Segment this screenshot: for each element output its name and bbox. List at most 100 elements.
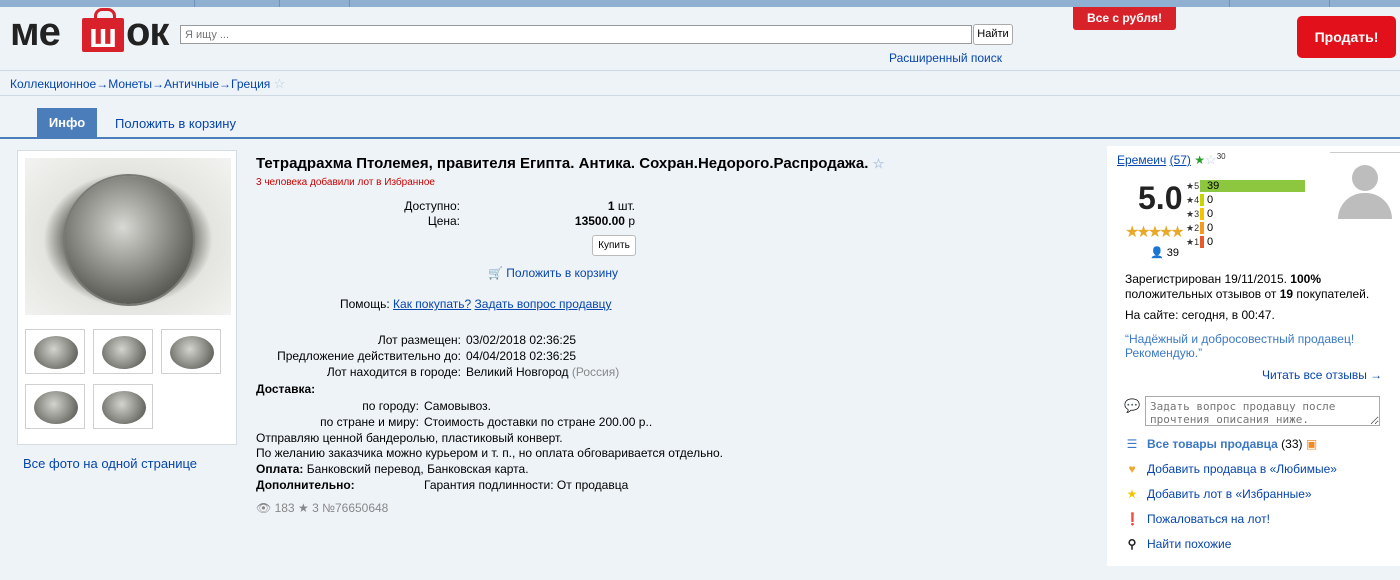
ask-seller-link[interactable]: Задать вопрос продавцу xyxy=(475,297,612,311)
breadcrumb-item[interactable]: Коллекционное xyxy=(10,77,96,91)
site-logo[interactable]: ме ш ок xyxy=(10,8,175,54)
star-outline-icon[interactable]: ☆ xyxy=(873,156,885,171)
top-nav-tab[interactable] xyxy=(0,0,195,7)
person-icon: 👤 xyxy=(1150,247,1164,259)
photo-thumbnail[interactable] xyxy=(93,329,153,374)
rating-bar-label: ★1 xyxy=(1186,237,1200,247)
breadcrumb: Коллекционное→Монеты→Античные→Греция ☆ xyxy=(10,76,285,92)
valid-until-value: 04/04/2018 02:36:25 xyxy=(466,349,577,363)
advanced-search-link[interactable]: Расширенный поиск xyxy=(889,51,1002,65)
tabs-underline xyxy=(0,137,1400,139)
price-label: Цена: xyxy=(427,214,460,228)
valid-until-label: Предложение действительно до: xyxy=(277,349,461,363)
photo-thumbnail[interactable] xyxy=(161,329,221,374)
add-to-cart-link[interactable]: 🛒 Положить в корзину xyxy=(488,266,618,280)
main-photo[interactable] xyxy=(25,158,231,315)
search-input[interactable] xyxy=(180,25,972,44)
rating-bar-label: ★5 xyxy=(1186,181,1200,191)
rating-bar xyxy=(1200,194,1204,206)
avatar[interactable] xyxy=(1330,152,1400,222)
seller-reviews-link[interactable]: (57) xyxy=(1170,153,1191,167)
logo-text-right: ок xyxy=(126,10,169,54)
delivery-label: Доставка: xyxy=(256,382,316,396)
list-icon: ☰ xyxy=(1126,437,1138,451)
star-icon: ★ xyxy=(297,501,309,515)
city-value: Великий Новгород (Россия) xyxy=(466,365,620,379)
city-label: Лот находится в городе: xyxy=(326,365,461,379)
rating-bar-count: 0 xyxy=(1207,208,1214,220)
add-lot-to-favorites[interactable]: ★ Добавить лот в «Избранные» xyxy=(1125,487,1312,501)
help-row: Помощь: Как покупать? Задать вопрос прод… xyxy=(340,297,612,311)
find-similar[interactable]: ⚲ Найти похожие xyxy=(1125,537,1232,551)
rss-icon[interactable]: ▣ xyxy=(1306,437,1317,451)
top-nav-tab[interactable] xyxy=(280,0,350,7)
sell-button[interactable]: Продать! xyxy=(1297,16,1396,58)
delivery-country-label: по стране и миру: xyxy=(320,415,419,429)
star-outline-icon[interactable]: ☆ xyxy=(274,76,286,91)
ask-seller-input[interactable] xyxy=(1145,396,1380,426)
rating-bar xyxy=(1200,208,1204,220)
report-lot[interactable]: ❗ Пожаловаться на лот! xyxy=(1125,512,1270,526)
top-nav-tab[interactable] xyxy=(195,0,280,7)
lot-stats: 👁 183 ★ 3 №76650648 xyxy=(256,501,389,515)
rating-bar-label: ★4 xyxy=(1186,195,1200,205)
breadcrumb-arrow-icon: → xyxy=(219,77,232,91)
green-star-icon: ★ xyxy=(1194,153,1206,167)
tab-add-to-cart[interactable]: Положить в корзину xyxy=(115,116,236,131)
promo-badge[interactable]: Все с рубля! xyxy=(1073,7,1176,30)
photo-thumbnail[interactable] xyxy=(25,384,85,429)
eye-icon: 👁 xyxy=(256,501,272,515)
rating-stars-icon: ★★★★★ xyxy=(1125,224,1185,241)
seller-name-link[interactable]: Еремеич xyxy=(1117,153,1166,167)
buy-button[interactable]: Купить xyxy=(592,235,636,256)
photo-thumbnail[interactable] xyxy=(25,329,85,374)
all-seller-items[interactable]: ☰ Все товары продавца (33) ▣ xyxy=(1125,437,1318,451)
star-icon: ★ xyxy=(1126,487,1138,501)
delivery-note: Отправляю ценной бандеролью, пластиковый… xyxy=(256,431,563,445)
top-nav-tab[interactable] xyxy=(1190,0,1230,7)
breadcrumb-arrow-icon: → xyxy=(152,77,165,91)
add-seller-to-favorites[interactable]: ♥ Добавить продавца в «Любимые» xyxy=(1125,462,1337,476)
rating-people: 👤 39 xyxy=(1150,247,1180,259)
lot-title: Тетрадрахма Птолемея, правителя Египта. … xyxy=(256,155,885,172)
rating-bar-count: 0 xyxy=(1207,222,1214,234)
breadcrumb-item[interactable]: Монеты xyxy=(108,77,152,91)
search-button[interactable]: Найти xyxy=(973,24,1013,45)
how-to-buy-link[interactable]: Как покупать? xyxy=(393,297,471,311)
extra-value: Гарантия подлинности: От продавца xyxy=(424,478,629,492)
delivery-note: По желанию заказчика можно курьером и т.… xyxy=(256,446,723,460)
rating-bar-count: 0 xyxy=(1207,194,1214,206)
extra-label: Дополнительно: xyxy=(256,478,355,492)
rating-bar xyxy=(1200,222,1204,234)
coin-image xyxy=(65,176,193,304)
breadcrumb-item[interactable]: Античные xyxy=(164,77,219,91)
search-icon: ⚲ xyxy=(1127,537,1137,551)
alert-icon: ❗ xyxy=(1125,512,1140,526)
seller-quote: “Надёжный и добросовестный продавец! Рек… xyxy=(1125,332,1355,360)
delivery-country-value: Стоимость доставки по стране 200.00 р.. xyxy=(424,415,653,429)
tab-info[interactable]: Инфо xyxy=(37,108,97,138)
payment-row: Оплата: Банковский перевод, Банковская к… xyxy=(256,462,529,476)
placed-value: 03/02/2018 02:36:25 xyxy=(466,333,577,347)
logo-bag-icon: ш xyxy=(82,8,124,54)
seller-rating: 5.0 xyxy=(1138,180,1183,216)
price-value: 13500.00 р xyxy=(574,214,635,228)
read-reviews-link[interactable]: Читать все отзывы → xyxy=(1262,368,1382,382)
available-value: 1 шт. xyxy=(607,199,635,213)
heart-icon: ♥ xyxy=(1128,462,1136,476)
placed-label: Лот размещен: xyxy=(377,333,461,347)
breadcrumb-item[interactable]: Греция xyxy=(231,77,270,91)
all-photos-link[interactable]: Все фото на одной странице xyxy=(23,456,197,471)
photo-thumbnail[interactable] xyxy=(93,384,153,429)
rating-bar-label: ★2 xyxy=(1186,223,1200,233)
chat-icon: 💬 xyxy=(1124,398,1141,413)
breadcrumb-arrow-icon: → xyxy=(96,77,109,91)
star-outline-icon[interactable]: ☆ xyxy=(1205,152,1217,167)
delivery-city-label: по городу: xyxy=(362,399,419,413)
rating-bar-count: 0 xyxy=(1207,236,1214,248)
seller-online: На сайте: сегодня, в 00:47. xyxy=(1125,308,1275,322)
delivery-city-value: Самовывоз. xyxy=(424,399,492,413)
top-nav-tab[interactable] xyxy=(1230,0,1330,7)
rating-bar-label: ★3 xyxy=(1186,209,1200,219)
rating-bar xyxy=(1200,236,1204,248)
